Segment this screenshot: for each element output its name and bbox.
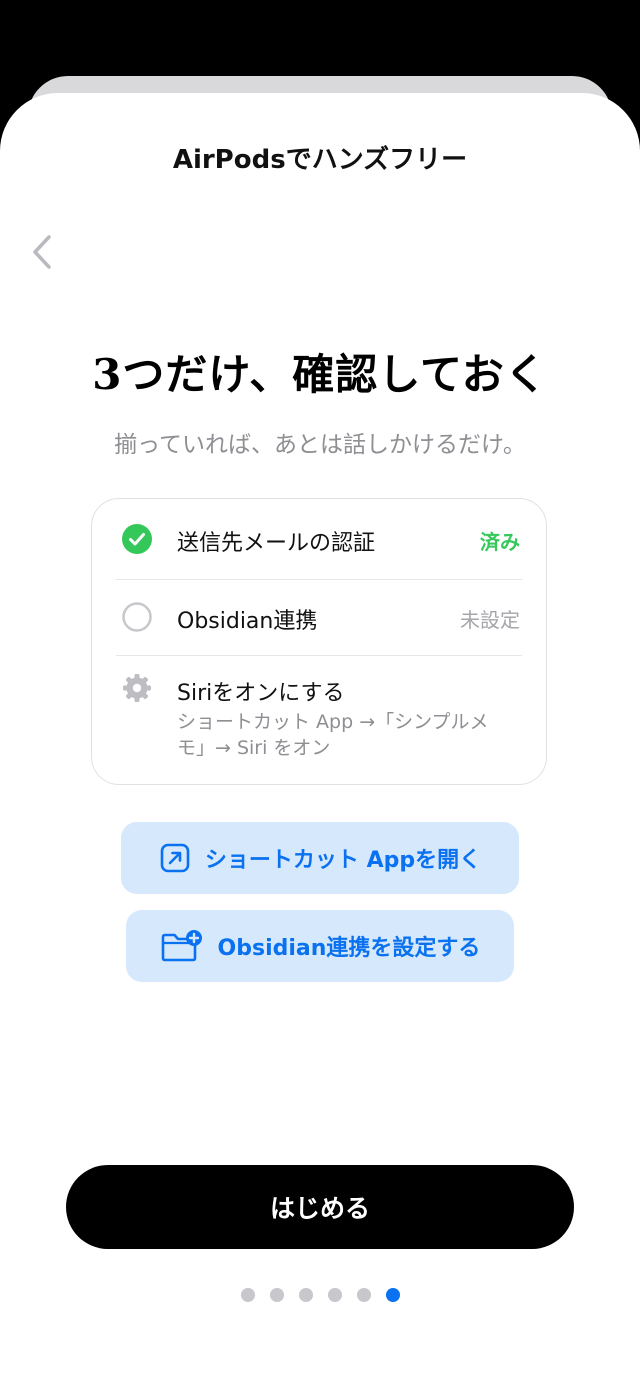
back-button[interactable] (22, 227, 62, 277)
status-badge: 未設定 (460, 608, 520, 632)
chevron-left-icon (33, 235, 51, 269)
open-shortcuts-button[interactable]: ショートカット Appを開く (121, 822, 519, 894)
setup-obsidian-button[interactable]: Obsidian連携を設定する (126, 910, 514, 982)
external-link-icon (160, 843, 190, 873)
folder-plus-icon (161, 930, 202, 962)
page-subtitle: 揃っていれば、あとは話しかけるだけ。 (114, 432, 526, 458)
page-dot[interactable] (240, 1288, 255, 1302)
start-button-label: はじめる (269, 1194, 370, 1223)
checklist-item-obsidian: Obsidian連携 未設定 (116, 579, 522, 656)
checklist-item-label: 送信先メールの認証 (177, 531, 376, 556)
checklist-card: 送信先メールの認証 済み Obsidian連携 未設定 Siriをオンにする シ… (91, 498, 547, 785)
checklist-item-siri: Siriをオンにする ショートカット App →「シンプルメモ」→ Siri を… (116, 655, 522, 785)
page-headline: 3つだけ、確認しておく (92, 350, 548, 399)
checklist-item-email-auth: 送信先メールの認証 済み (116, 499, 522, 580)
empty-circle-icon (122, 602, 152, 632)
page-dot[interactable] (356, 1288, 371, 1302)
open-shortcuts-label: ショートカット Appを開く (204, 848, 482, 873)
nav-title: AirPodsでハンズフリー (172, 145, 468, 175)
page-dot[interactable] (327, 1288, 342, 1302)
page-dot[interactable] (298, 1288, 313, 1302)
checkmark-circle-icon (122, 524, 152, 554)
page-indicator[interactable] (0, 1288, 640, 1302)
checklist-item-detail: ショートカット App →「シンプルメモ」→ Siri をオン (177, 711, 489, 759)
page-dot[interactable] (269, 1288, 284, 1302)
start-button[interactable]: はじめる (66, 1165, 574, 1249)
checklist-item-label: Siriをオンにする (177, 681, 345, 706)
onboarding-sheet: AirPodsでハンズフリー 3つだけ、確認しておく 揃っていれば、あとは話しか… (0, 93, 640, 1385)
gear-icon (123, 674, 151, 702)
page-dot-active[interactable] (385, 1288, 400, 1302)
setup-obsidian-label: Obsidian連携を設定する (217, 936, 481, 961)
status-badge: 済み (480, 530, 520, 554)
checklist-item-label: Obsidian連携 (177, 609, 318, 634)
